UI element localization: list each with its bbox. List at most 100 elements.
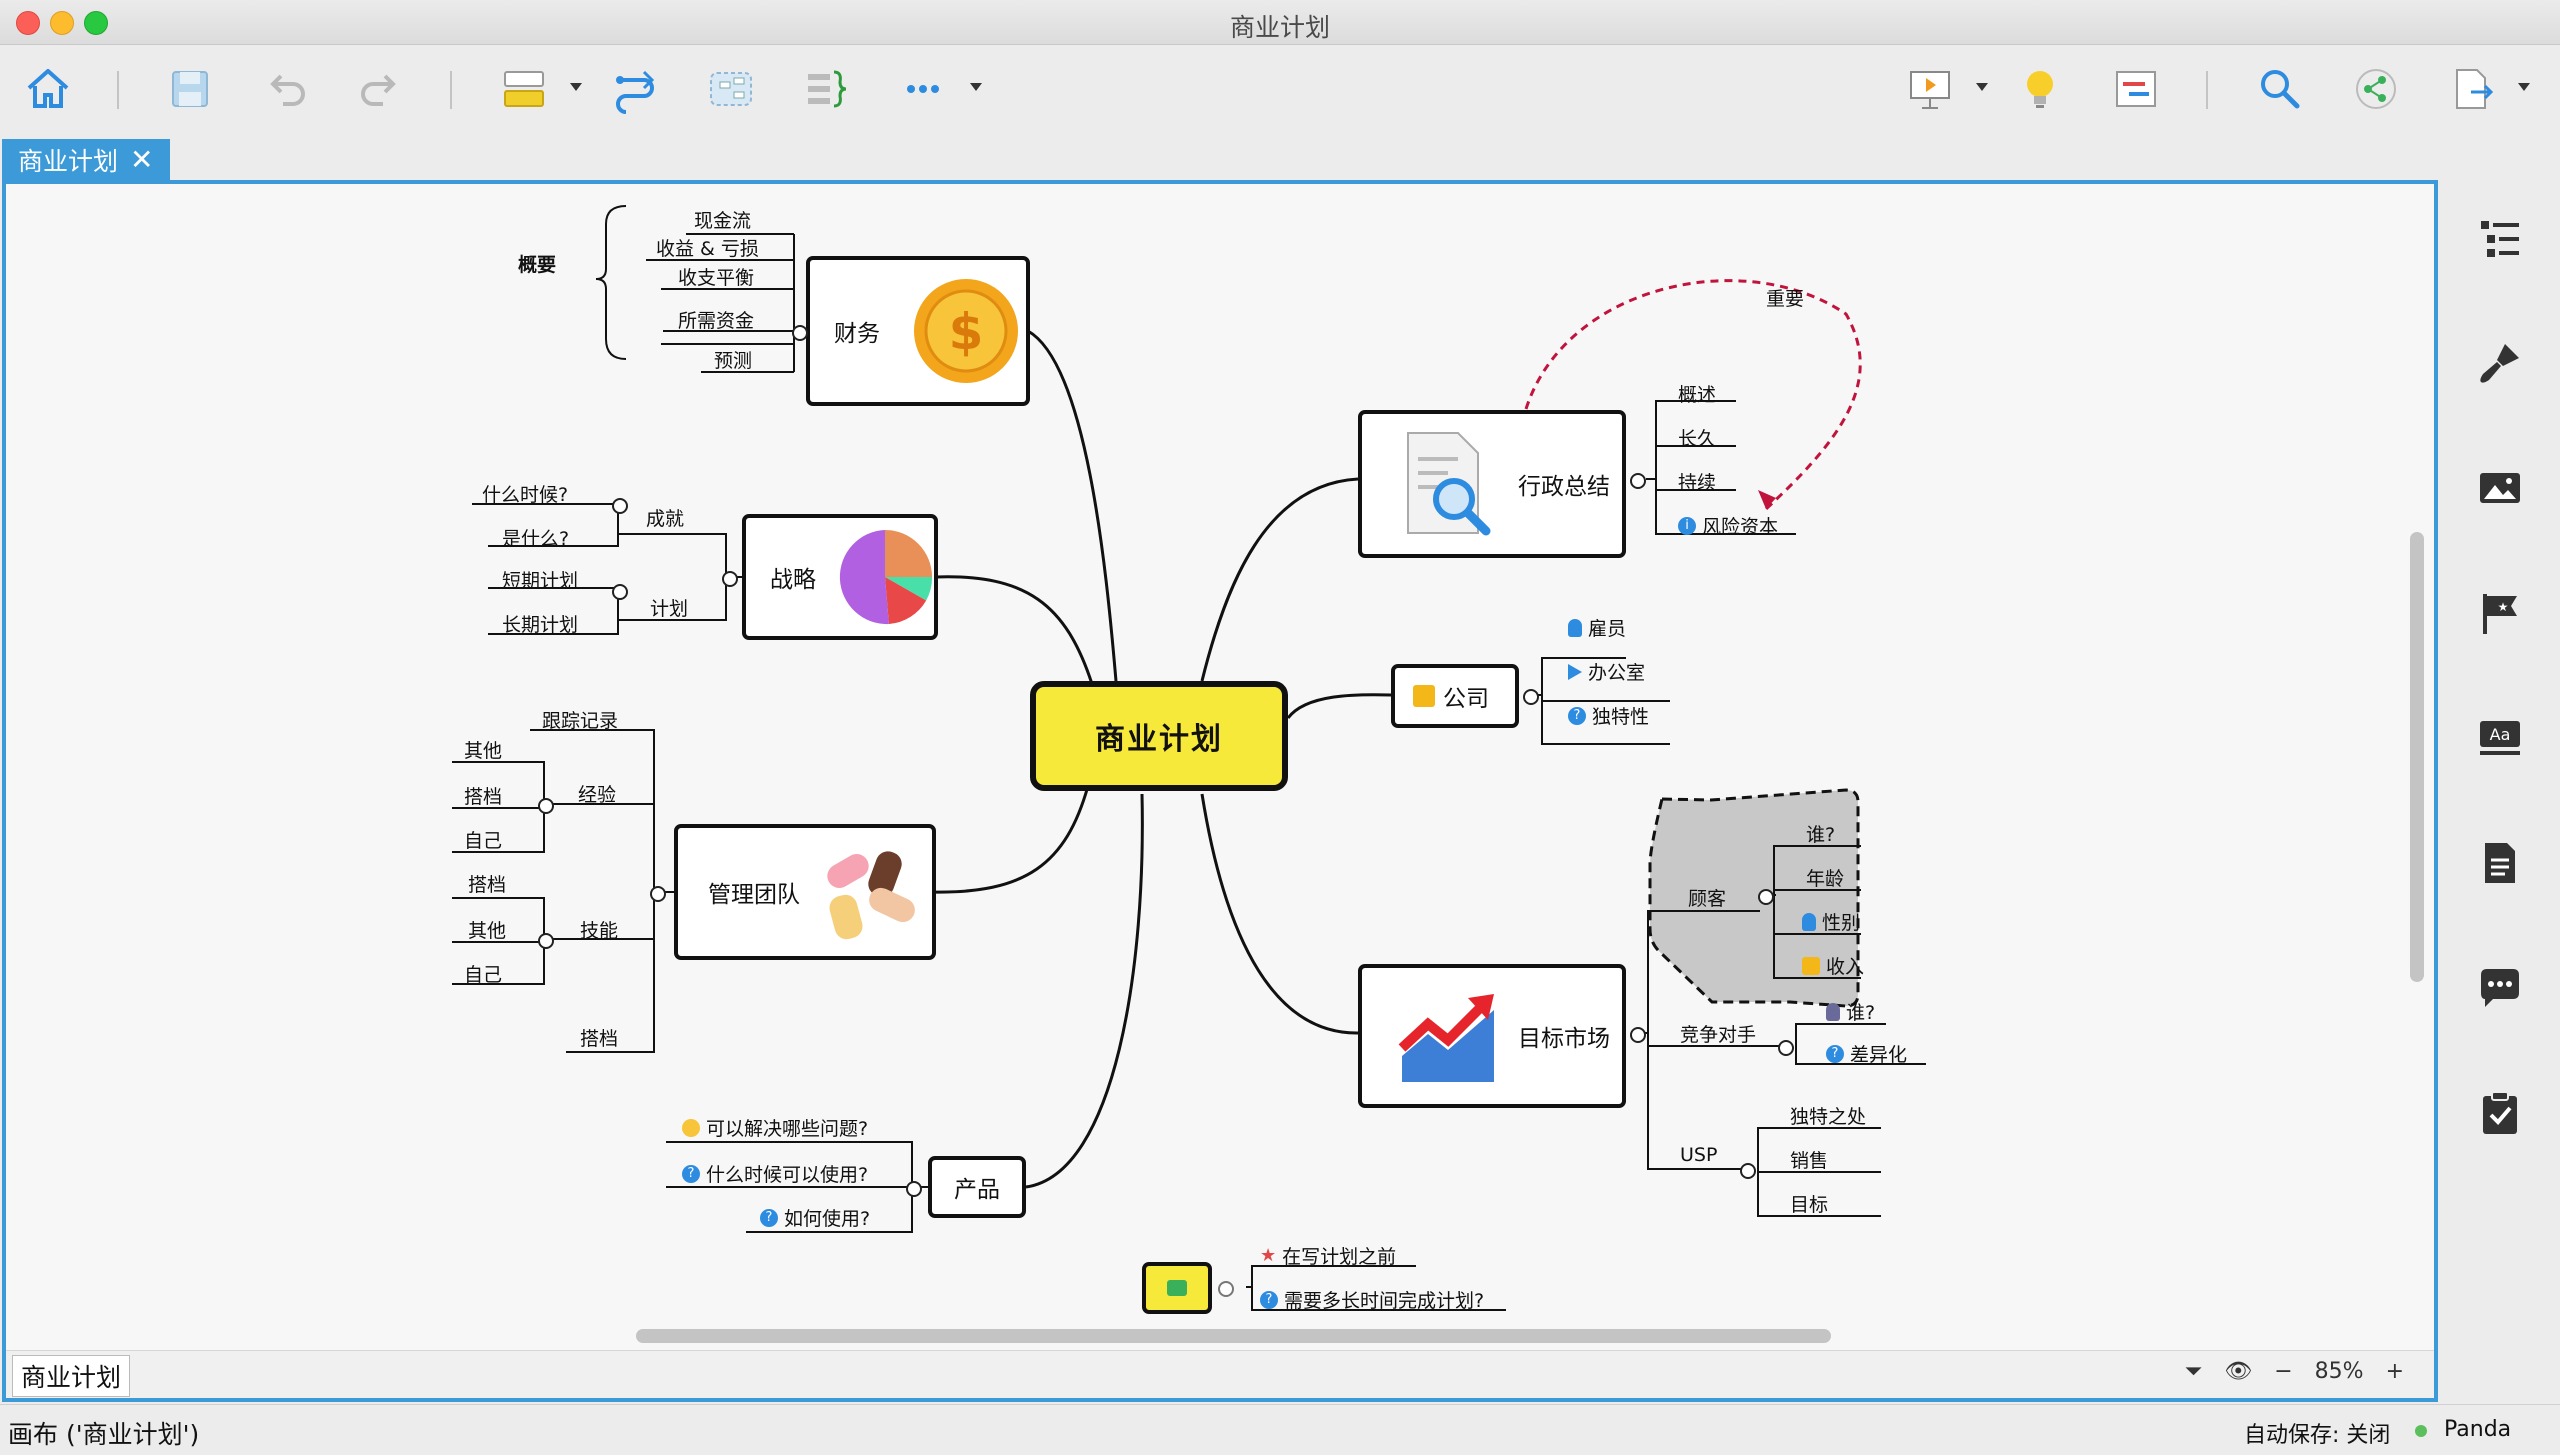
product-item-how[interactable]: ? 如何使用?	[760, 1204, 870, 1231]
floating-item-before[interactable]: ★ 在写计划之前	[1260, 1242, 1396, 1269]
zoom-out-icon[interactable]: −	[2274, 1359, 2292, 1384]
team-item-partner[interactable]: 搭档	[580, 1024, 618, 1051]
insert-topic-icon[interactable]	[494, 61, 554, 117]
finance-item-funding[interactable]: 所需资金	[678, 306, 754, 333]
team-skill-self[interactable]: 自己	[464, 960, 502, 987]
team-exp-partner[interactable]: 搭档	[464, 782, 502, 809]
company-item-employees[interactable]: 雇员	[1568, 614, 1626, 641]
topic-executive-summary[interactable]: 行政总结	[1358, 410, 1626, 558]
summary-label[interactable]: 概要	[518, 250, 556, 277]
export-icon[interactable]	[2442, 61, 2502, 117]
floating-topic[interactable]	[1142, 1262, 1212, 1314]
market-group-competitor[interactable]: 竞争对手	[1680, 1020, 1756, 1047]
boundary-icon[interactable]	[701, 61, 761, 117]
strategy-group-plan[interactable]: 计划	[650, 594, 688, 621]
team-group-experience[interactable]: 经验	[578, 780, 616, 807]
chevron-down-icon[interactable]	[1976, 83, 1988, 91]
topic-company[interactable]: 公司	[1391, 664, 1519, 728]
collapse-toggle[interactable]	[722, 571, 738, 587]
topic-management-team[interactable]: 管理团队	[674, 824, 936, 960]
idea-bulb-icon[interactable]	[2010, 61, 2070, 117]
user-name[interactable]: Panda	[2444, 1417, 2511, 1442]
collapse-toggle[interactable]	[792, 325, 808, 341]
gantt-icon[interactable]	[2106, 61, 2166, 117]
sheet-tab[interactable]: 商业计划	[12, 1355, 131, 1397]
customer-item-gender[interactable]: 性别	[1802, 908, 1860, 935]
summary-icon[interactable]	[797, 61, 857, 117]
topic-target-market[interactable]: 目标市场	[1358, 964, 1626, 1108]
filter-icon[interactable]: ⏷	[2185, 1359, 2203, 1384]
customer-item-income[interactable]: 收入	[1802, 952, 1864, 979]
customer-item-who[interactable]: 谁?	[1806, 820, 1835, 847]
topic-finance[interactable]: 财务 $	[806, 256, 1030, 406]
company-item-office[interactable]: 办公室	[1568, 658, 1645, 685]
market-group-usp[interactable]: USP	[1680, 1144, 1717, 1166]
collapse-toggle[interactable]	[1740, 1163, 1756, 1179]
topic-product[interactable]: 产品	[928, 1156, 1026, 1218]
exec-item-longterm[interactable]: 长久	[1678, 424, 1716, 451]
zoom-in-icon[interactable]: +	[2386, 1359, 2404, 1384]
text-style-icon[interactable]: Aa	[2472, 710, 2528, 766]
competitor-item-who[interactable]: 谁?	[1826, 998, 1875, 1025]
save-icon[interactable]	[160, 61, 220, 117]
product-item-when[interactable]: ? 什么时候可以使用?	[682, 1160, 868, 1187]
company-item-uniqueness[interactable]: ? 独特性	[1568, 702, 1649, 729]
customer-item-age[interactable]: 年龄	[1806, 864, 1844, 891]
notes-icon[interactable]	[2472, 835, 2528, 891]
team-skill-partner[interactable]: 搭档	[468, 870, 506, 897]
collapse-toggle[interactable]	[612, 498, 628, 514]
more-icon[interactable]	[893, 61, 953, 117]
eye-icon[interactable]: 👁	[2224, 1359, 2252, 1384]
exec-item-venture[interactable]: i 风险资本	[1678, 512, 1778, 539]
central-topic[interactable]: 商业计划	[1030, 681, 1288, 791]
collapse-toggle[interactable]	[1630, 473, 1646, 489]
collapse-toggle[interactable]	[1778, 1040, 1794, 1056]
finance-item-balance[interactable]: 收支平衡	[678, 263, 754, 290]
mind-map-canvas[interactable]: 商业计划 财务 $ 现金流 收益 & 亏损 收支平衡 所需资金 预测 概要 战略	[2, 180, 2438, 1402]
home-icon[interactable]	[18, 61, 78, 117]
search-icon[interactable]	[2250, 61, 2310, 117]
close-icon[interactable]: ✕	[130, 146, 153, 174]
team-skill-other[interactable]: 其他	[468, 916, 506, 943]
team-item-track-record[interactable]: 跟踪记录	[542, 706, 618, 733]
collapse-toggle[interactable]	[538, 798, 554, 814]
collapse-toggle[interactable]	[1630, 1027, 1646, 1043]
marker-flag-icon[interactable]: ★	[2472, 585, 2528, 641]
exec-item-overview[interactable]: 概述	[1678, 380, 1716, 407]
strategy-item-when[interactable]: 什么时候?	[482, 480, 568, 507]
task-clipboard-icon[interactable]	[2472, 1085, 2528, 1141]
team-exp-other[interactable]: 其他	[464, 736, 502, 763]
floating-item-duration[interactable]: ? 需要多长时间完成计划?	[1260, 1286, 1484, 1313]
tab-document[interactable]: 商业计划 ✕	[2, 139, 170, 181]
strategy-item-short[interactable]: 短期计划	[502, 566, 578, 593]
relationship-label[interactable]: 重要	[1766, 284, 1804, 311]
collapse-toggle[interactable]	[1523, 689, 1539, 705]
relationship-icon[interactable]	[605, 61, 665, 117]
outline-icon[interactable]	[2472, 210, 2528, 266]
collapse-toggle[interactable]	[612, 584, 628, 600]
vertical-scrollbar[interactable]	[2410, 532, 2424, 982]
chevron-down-icon[interactable]	[570, 83, 582, 91]
zoom-level[interactable]: 85%	[2315, 1359, 2364, 1384]
presentation-icon[interactable]	[1900, 61, 1960, 117]
usp-item-unique[interactable]: 独特之处	[1790, 1102, 1866, 1129]
finance-item-forecast[interactable]: 预测	[714, 346, 752, 373]
finance-item-cashflow[interactable]: 现金流	[694, 206, 751, 233]
horizontal-scrollbar[interactable]	[636, 1329, 1831, 1343]
collapse-toggle[interactable]	[1758, 889, 1774, 905]
exec-item-sustained[interactable]: 持续	[1678, 468, 1716, 495]
market-group-customer[interactable]: 顾客	[1688, 884, 1726, 911]
chevron-down-icon[interactable]	[970, 83, 982, 91]
usp-item-sales[interactable]: 销售	[1790, 1146, 1828, 1173]
team-group-skills[interactable]: 技能	[580, 916, 618, 943]
collapse-toggle[interactable]	[906, 1181, 922, 1197]
competitor-item-differentiation[interactable]: ? 差异化	[1826, 1040, 1907, 1067]
product-item-problems[interactable]: 可以解决哪些问题?	[682, 1114, 868, 1141]
undo-icon[interactable]	[256, 61, 316, 117]
share-icon[interactable]	[2346, 61, 2406, 117]
strategy-item-what[interactable]: 是什么?	[502, 524, 569, 551]
strategy-group-achievement[interactable]: 成就	[646, 504, 684, 531]
team-exp-self[interactable]: 自己	[464, 826, 502, 853]
usp-item-target[interactable]: 目标	[1790, 1190, 1828, 1217]
format-brush-icon[interactable]	[2472, 335, 2528, 391]
